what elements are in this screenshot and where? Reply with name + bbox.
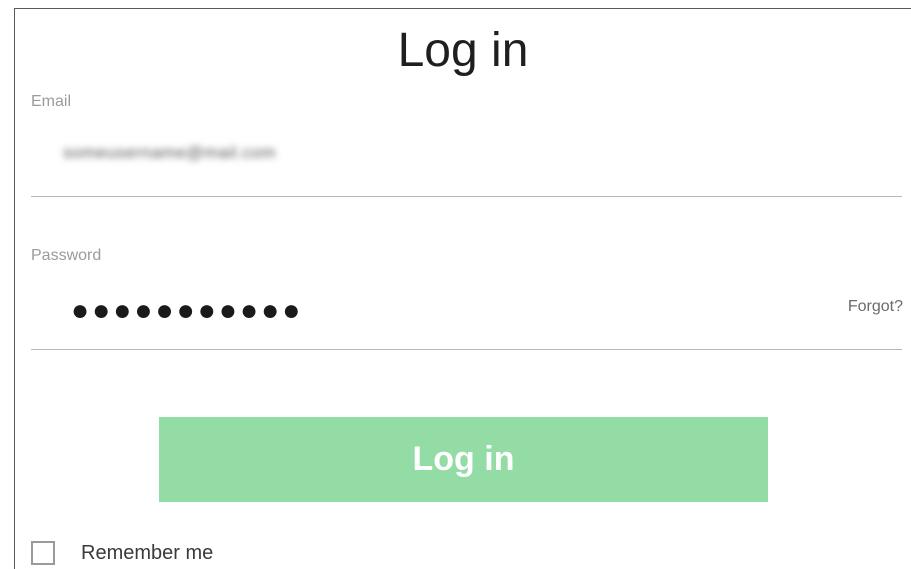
page-title: Log in: [397, 24, 529, 77]
email-field[interactable]: someusername@mail.com: [63, 143, 276, 163]
forgot-password-link[interactable]: Forgot?: [848, 298, 903, 316]
email-label: Email: [31, 93, 72, 110]
login-button[interactable]: Log in: [159, 417, 768, 502]
password-field[interactable]: ●●●●●●●●●●●: [71, 294, 303, 328]
email-underline: [31, 196, 902, 197]
login-panel: Log in Email someusername@mail.com Passw…: [14, 8, 911, 569]
remember-me-checkbox[interactable]: [31, 541, 55, 565]
password-underline: [31, 349, 902, 350]
remember-me-label[interactable]: Remember me: [81, 542, 213, 565]
remember-me-row[interactable]: Remember me: [31, 539, 213, 567]
password-label: Password: [31, 247, 102, 264]
